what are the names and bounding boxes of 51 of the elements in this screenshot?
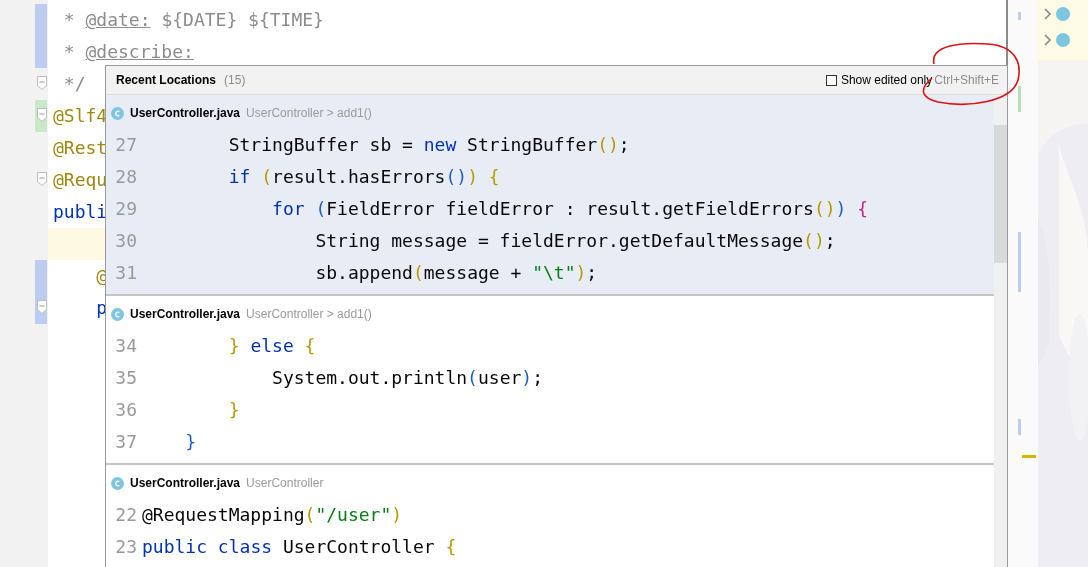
line-number: 31 (114, 261, 138, 285)
class-icon (111, 307, 124, 321)
line-number: 22 (114, 503, 138, 527)
fold-icon[interactable] (37, 108, 47, 122)
line-number: 28 (114, 165, 138, 189)
code-line: if (result.hasErrors()) { (227, 165, 500, 189)
location-context: UserController (246, 476, 324, 490)
line-number: 36 (114, 398, 138, 422)
code-line: @Slf4 (52, 104, 108, 128)
file-name: UserController.java (130, 307, 241, 321)
line-number: 30 (114, 229, 138, 253)
file-name: UserController.java (130, 476, 241, 490)
code-line: @Rest (52, 136, 108, 160)
scrollbar[interactable] (994, 95, 1007, 567)
fold-icon[interactable] (37, 172, 47, 186)
code-line: public class UserController { (142, 535, 457, 559)
code-line: sb.append(message + "\t"); (314, 261, 598, 285)
line-number: 29 (114, 197, 138, 221)
code-line: publi (52, 200, 108, 224)
fold-icon[interactable] (37, 76, 47, 90)
shortcut-hint: Ctrl+Shift+E (934, 73, 999, 87)
line-number: 23 (114, 535, 138, 559)
code-line: System.out.println(user); (271, 366, 543, 390)
location-count: (15) (224, 73, 246, 87)
class-icon (111, 476, 124, 490)
class-icon (111, 106, 124, 120)
code-line: for (FieldError fieldError : result.getFieldErrors()) { (271, 197, 869, 221)
chevron-icon[interactable] (1044, 8, 1052, 20)
line-number: 35 (114, 366, 138, 390)
location-entry[interactable] (106, 95, 994, 296)
line-number: 34 (114, 334, 138, 358)
file-name: UserController.java (130, 106, 241, 120)
code-line: @Requ (52, 168, 108, 192)
code-line: } (184, 430, 197, 454)
location-context: UserController > add1() (246, 106, 372, 120)
code-line: * @describe: (62, 40, 194, 64)
code-line: */ (62, 72, 86, 96)
location-context: UserController > add1() (246, 307, 372, 321)
code-line: String message = fieldError.getDefaultMessage(); (314, 229, 836, 253)
code-line: } else { (227, 334, 316, 358)
line-number: 27 (114, 133, 138, 157)
class-icon (1056, 7, 1070, 21)
code-line: @RequestMapping("/user") (142, 503, 403, 527)
fold-icon[interactable] (37, 300, 47, 314)
code-line: StringBuffer sb = new StringBuffer(); (227, 133, 630, 157)
popup-title: Recent Locations (116, 73, 217, 87)
line-number: 37 (114, 430, 138, 454)
class-icon (1056, 33, 1070, 47)
chevron-icon[interactable] (1044, 34, 1052, 46)
code-line: * @date: ${DATE} ${TIME} (62, 8, 324, 32)
code-line: } (227, 398, 240, 422)
